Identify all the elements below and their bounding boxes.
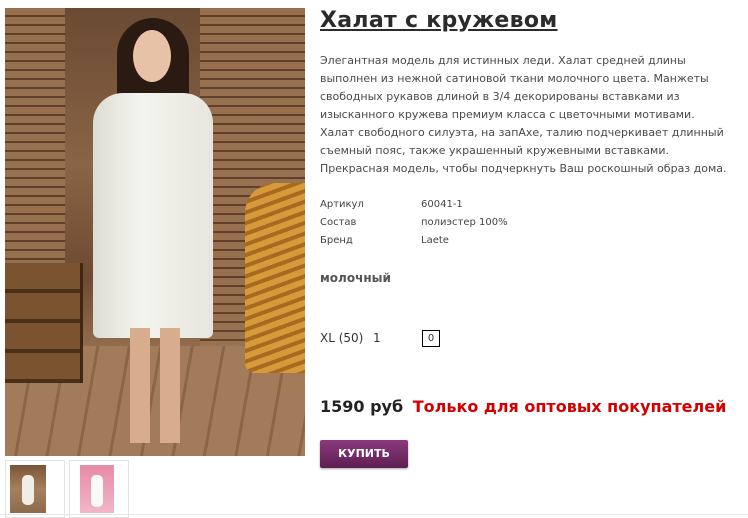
model-legs	[130, 328, 180, 443]
thumbnail-image	[10, 465, 46, 513]
spec-value: 60041-1	[421, 199, 463, 210]
product-description: Элегантная модель для истинных леди. Хал…	[320, 54, 727, 175]
spec-value: полиэстер 100%	[421, 217, 508, 228]
robe-figure	[93, 93, 213, 338]
spec-key: Состав	[320, 217, 357, 228]
color-name: молочный	[320, 271, 391, 285]
size-label: XL (50)	[320, 331, 364, 345]
product-title: Халат с кружевом	[320, 8, 558, 33]
spec-key: Бренд	[320, 235, 353, 246]
divider	[0, 514, 748, 515]
spec-value: Laete	[421, 235, 449, 246]
model-face	[133, 30, 171, 82]
thumbnail-white-robe[interactable]	[5, 460, 65, 518]
cabinet	[5, 263, 83, 383]
thumbnail-pink-robe[interactable]	[69, 460, 129, 518]
spec-row-composition: Состав полиэстер 100%	[320, 217, 520, 235]
price: 1590 руб	[320, 397, 404, 416]
wholesale-note: Только для оптовых покупателей	[412, 397, 727, 416]
spec-table: Артикул 60041-1 Состав полиэстер 100% Бр…	[320, 199, 520, 253]
buy-button[interactable]: КУПИТЬ	[320, 440, 408, 468]
quantity-input[interactable]: 0	[422, 330, 440, 347]
stock-count: 1	[373, 331, 381, 345]
thumbnail-image	[80, 465, 114, 513]
price-line: 1590 руб Только для оптовых покупателей	[320, 397, 726, 416]
wicker-chair	[245, 183, 305, 373]
spec-row-article: Артикул 60041-1	[320, 199, 520, 217]
main-product-photo[interactable]	[5, 8, 305, 456]
spec-key: Артикул	[320, 199, 364, 210]
spec-row-brand: Бренд Laete	[320, 235, 520, 253]
